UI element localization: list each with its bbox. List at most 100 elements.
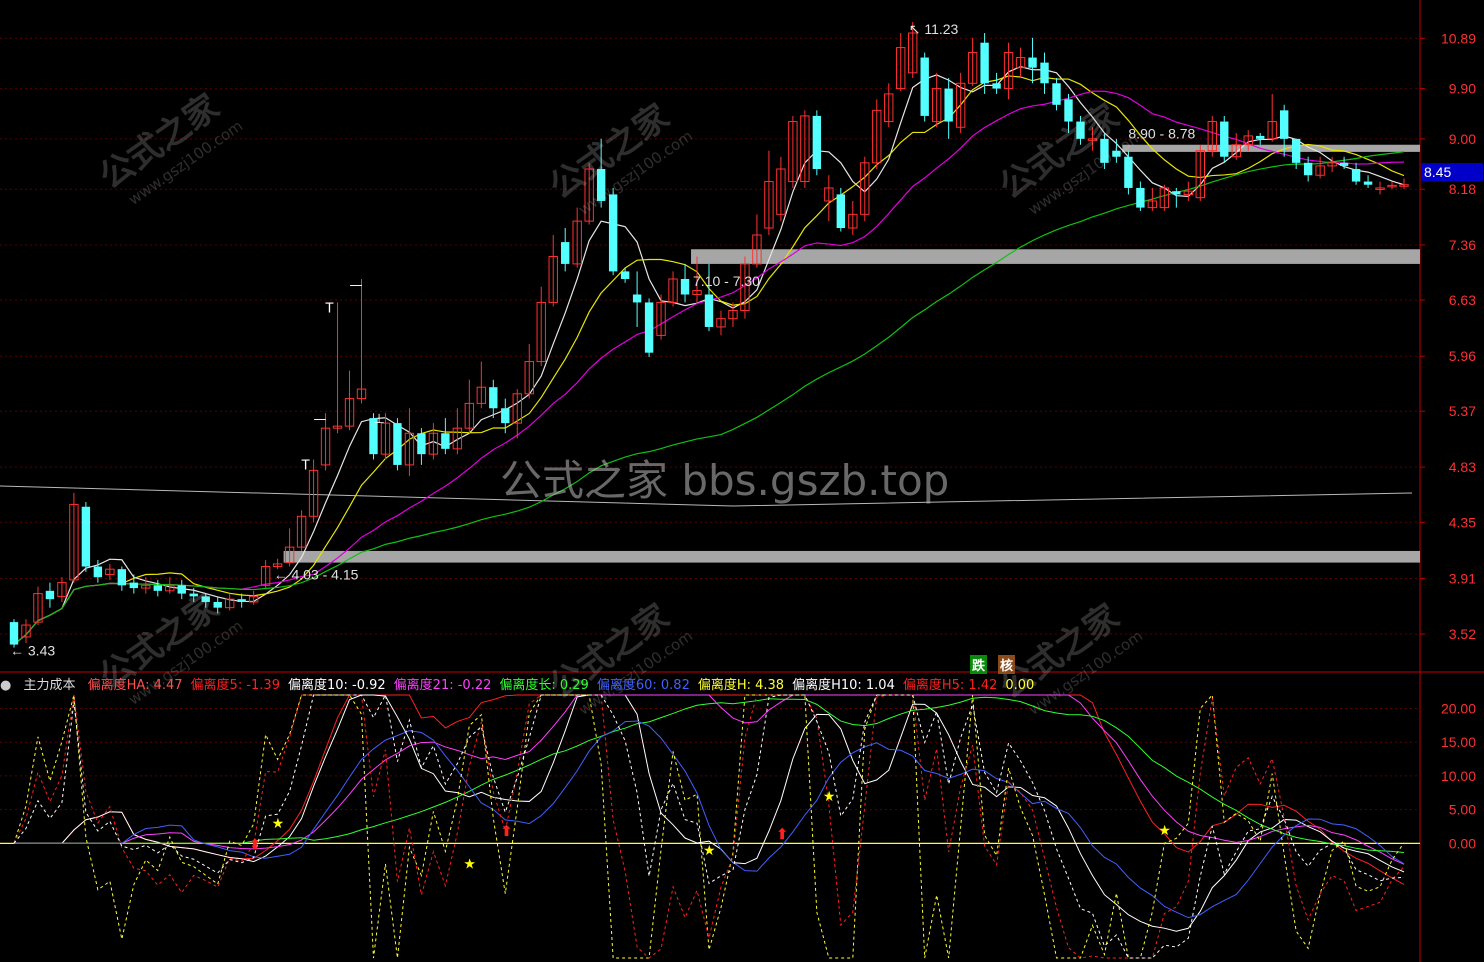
candle-body (45, 590, 55, 600)
candle (153, 579, 162, 597)
indicator-legend: ● 主力成本 偏离度HA: 4.47 偏离度5: -1.39 偏离度10: -0.9… (0, 674, 1050, 694)
support-zone (283, 550, 1421, 563)
candle-body (501, 408, 510, 424)
candle-body (237, 599, 246, 602)
up-arrow-signal: ⬆ (776, 825, 789, 843)
indicator-value-0: 偏离度HA: 4.47 (87, 678, 183, 693)
indicator-value-8: 偏离度H5: 1.42 (902, 678, 998, 693)
price-tick-label: 4.83 (1449, 459, 1476, 475)
indicator-value-4: 偏离度长: 0.29 (499, 678, 589, 693)
price-tick-label: 9.00 (1449, 131, 1476, 147)
indicator-value-5: 偏离度60: 0.82 (596, 678, 690, 693)
pattern-marker: T (301, 459, 310, 474)
candle (489, 379, 498, 419)
indicator-value-3: 偏离度21: -0.22 (393, 678, 492, 693)
dev-long-line (13, 696, 1405, 854)
price-tick-label: 10.89 (1441, 30, 1476, 46)
watermark-stamp: 公式之家www.gszj100.com (542, 597, 696, 719)
candle-body (93, 566, 103, 578)
candle (632, 271, 642, 327)
candle (1267, 93, 1277, 142)
fall-signal: 跌 (970, 655, 988, 674)
candle-body (632, 294, 642, 303)
candle (1195, 144, 1205, 201)
candle (332, 302, 343, 434)
zone-mid-label: 7.10 - 7.30 (693, 273, 760, 289)
ma60-line (13, 151, 1405, 646)
price-tick-label: 7.36 (1449, 237, 1476, 253)
candle-body (441, 433, 450, 449)
candle (1028, 37, 1037, 84)
candle (824, 175, 834, 222)
candle (165, 577, 175, 594)
candle-body (608, 194, 618, 272)
candle-body (644, 302, 654, 353)
candle-body (1351, 168, 1361, 182)
candle (344, 370, 355, 431)
indicator-name: 主力成本 (23, 678, 76, 693)
candle (1220, 115, 1229, 163)
candle (944, 78, 953, 139)
candle (308, 459, 319, 523)
candle (561, 228, 570, 272)
indicator-tick-label: 15.00 (1441, 734, 1476, 750)
dev-10-line (13, 694, 1405, 932)
dev-60-line (13, 720, 1405, 919)
price-tick-label: 9.90 (1449, 81, 1476, 97)
candle-body (417, 433, 426, 455)
candle (224, 593, 235, 611)
star-signal: ★ (272, 816, 285, 832)
candle (800, 110, 810, 188)
watermark-stamp: 公式之家www.gszj100.com (92, 87, 246, 209)
candle (1363, 175, 1373, 188)
candle (572, 207, 582, 268)
zone-low-label: ← 4.03 - 4.15 (274, 567, 359, 583)
candle (1015, 47, 1026, 79)
star-signal: ★ (823, 789, 836, 805)
watermark-stamp: 公式之家www.gszj100.com (92, 587, 246, 709)
price-tick-label: 5.96 (1449, 348, 1476, 364)
watermark-stamp: 公式之家www.gszj100.com (542, 97, 696, 219)
candle (1052, 78, 1061, 111)
candle (931, 72, 942, 128)
candle-body (620, 271, 630, 279)
high-annotation: ↖ 11.23 (909, 21, 959, 37)
candle-body (9, 622, 19, 645)
candle-body (1363, 181, 1373, 185)
candle (417, 428, 426, 465)
candle (296, 510, 307, 551)
candle (884, 83, 894, 128)
up-arrow-signal: ⬆ (249, 835, 262, 853)
candle-body (680, 278, 690, 295)
candle (1124, 150, 1133, 195)
indicator-tick-label: 5.00 (1449, 802, 1476, 818)
candle (716, 310, 726, 336)
indicator-tick-label: 10.00 (1441, 768, 1476, 784)
candle (920, 52, 929, 122)
price-tick-label: 3.52 (1449, 626, 1476, 642)
candle (1172, 187, 1181, 208)
circle-toggle-icon[interactable]: ● (0, 678, 11, 693)
candle (45, 582, 55, 608)
candle (512, 389, 522, 439)
candle (620, 267, 630, 283)
star-signal: ★ (1158, 823, 1171, 839)
candle-body (980, 42, 989, 84)
check-signal: 核 (998, 655, 1016, 674)
candle (644, 298, 654, 358)
pattern-marker: — (314, 412, 327, 427)
kline-chart[interactable]: 10.89 9.90 9.00 8.18 7.36 6.63 5.96 5.37 4.83 4.3… (0, 0, 1484, 962)
price-tick-label: 6.63 (1449, 292, 1476, 308)
indicator-value-7: 偏离度H10: 1.04 (792, 678, 895, 693)
candle-body (1172, 191, 1181, 195)
candle (1159, 184, 1170, 211)
candle-body (117, 569, 127, 586)
candle-body (561, 242, 570, 264)
candle (1183, 181, 1194, 201)
pattern-marker: T (325, 301, 334, 316)
candle (548, 235, 558, 307)
candle-body (1136, 187, 1145, 208)
candle (57, 577, 67, 602)
candle-body (836, 194, 846, 229)
watermark-stamp: 公式之家www.gszj100.com (992, 597, 1146, 719)
